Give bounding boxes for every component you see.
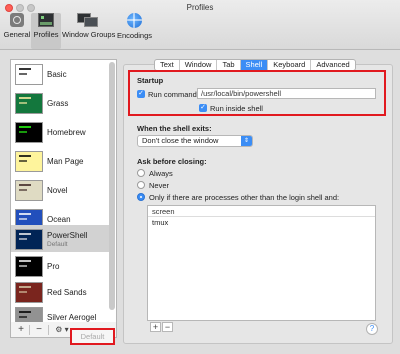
profile-thumbnail	[15, 180, 43, 201]
toolbar-profiles[interactable]: Profiles	[31, 13, 61, 49]
radio-never[interactable]	[137, 181, 145, 189]
tab-tab[interactable]: Tab	[217, 60, 241, 70]
toolbar-window-groups[interactable]: Window Groups	[62, 13, 116, 49]
list-item[interactable]: screen	[148, 206, 375, 217]
divider	[29, 325, 30, 335]
profile-name: Grass	[47, 99, 69, 108]
chevron-updown-icon: ⇕	[241, 136, 252, 146]
toolbar-profiles-label: Profiles	[33, 30, 59, 39]
profile-item-novel[interactable]: Novel	[11, 176, 109, 205]
run-command-label: Run command:	[148, 90, 199, 99]
profile-name: Silver Aerogel	[47, 313, 97, 322]
general-icon	[10, 13, 24, 27]
profile-thumbnail	[15, 151, 43, 172]
profile-name: Basic	[47, 70, 67, 79]
startup-section-title: Startup	[137, 76, 164, 85]
run-inside-shell-label: Run inside shell	[210, 104, 263, 113]
profile-item-grass[interactable]: Grass	[11, 89, 109, 118]
divider	[48, 325, 49, 335]
profile-thumbnail	[15, 229, 43, 250]
toolbar-encodings[interactable]: Encodings	[117, 13, 153, 49]
profile-thumbnail	[15, 122, 43, 143]
ask-closing-title: Ask before closing:	[137, 157, 207, 166]
toolbar-general[interactable]: General	[2, 13, 32, 49]
toolbar-general-label: General	[3, 30, 31, 39]
command-field[interactable]: /usr/local/bin/powershell	[197, 88, 376, 99]
profile-name: Red Sands	[47, 288, 87, 297]
toolbar-window-groups-label: Window Groups	[62, 30, 116, 39]
tab-text[interactable]: Text	[155, 60, 180, 70]
profile-thumbnail	[15, 256, 43, 277]
profile-name: Pro	[47, 262, 60, 271]
shell-exit-title: When the shell exits:	[137, 124, 212, 133]
profile-item-basic[interactable]: Basic	[11, 60, 109, 89]
window-title: Profiles	[186, 3, 214, 12]
tab-keyboard[interactable]: Keyboard	[268, 60, 312, 70]
profile-thumbnail	[15, 282, 43, 303]
remove-process-button[interactable]: −	[162, 322, 173, 332]
profile-item-powershell[interactable]: PowerShell Default	[11, 225, 109, 252]
tab-shell[interactable]: Shell	[240, 60, 269, 70]
radio-only-if-processes-label: Only if there are processes other than t…	[149, 193, 340, 202]
shell-exit-select[interactable]: Don't close the window ⇕	[137, 135, 253, 147]
add-process-button[interactable]: +	[150, 322, 161, 332]
radio-never-label: Never	[149, 181, 170, 190]
tab-advanced[interactable]: Advanced	[311, 60, 354, 70]
profile-item-homebrew[interactable]: Homebrew	[11, 118, 109, 147]
profile-item-silver-aerogel[interactable]: Silver Aerogel	[11, 303, 109, 322]
shell-exit-value: Don't close the window	[142, 136, 219, 145]
radio-only-if-processes[interactable]	[137, 193, 145, 201]
globe-icon	[126, 13, 142, 28]
profile-item-pro[interactable]: Pro	[11, 252, 109, 281]
profile-name: Homebrew	[47, 128, 86, 137]
run-command-checkbox[interactable]: ✓	[137, 90, 145, 98]
default-profile-badge: Default	[47, 241, 68, 248]
toolbar-encodings-label: Encodings	[117, 31, 153, 40]
profile-name: Ocean	[47, 215, 71, 224]
set-default-button[interactable]: Default	[70, 328, 115, 345]
run-inside-shell-checkbox[interactable]: ✓	[199, 104, 207, 112]
tab-window[interactable]: Window	[180, 60, 218, 70]
radio-always-label: Always	[149, 169, 173, 178]
profile-name: Man Page	[47, 157, 84, 166]
profile-thumbnail	[15, 93, 43, 114]
add-profile-button[interactable]: +	[14, 322, 28, 337]
profile-name: PowerShell	[47, 231, 88, 240]
profile-list[interactable]: Basic Grass Homebrew Man Page Novel Ocea…	[10, 59, 117, 323]
profile-list-scrollbar[interactable]	[109, 62, 115, 310]
help-button[interactable]: ?	[366, 323, 378, 335]
profiles-icon	[38, 13, 54, 27]
profile-thumbnail	[15, 64, 43, 85]
radio-always[interactable]	[137, 169, 145, 177]
profile-item-man-page[interactable]: Man Page	[11, 147, 109, 176]
profile-name: Novel	[47, 186, 68, 195]
profile-thumbnail	[15, 307, 43, 322]
window-groups-icon	[77, 13, 99, 27]
window-titlebar: Profiles General Profiles Window Groups …	[0, 0, 400, 50]
process-list[interactable]: screen tmux	[147, 205, 376, 321]
list-item[interactable]: tmux	[148, 217, 375, 228]
remove-profile-button[interactable]: −	[32, 322, 46, 337]
